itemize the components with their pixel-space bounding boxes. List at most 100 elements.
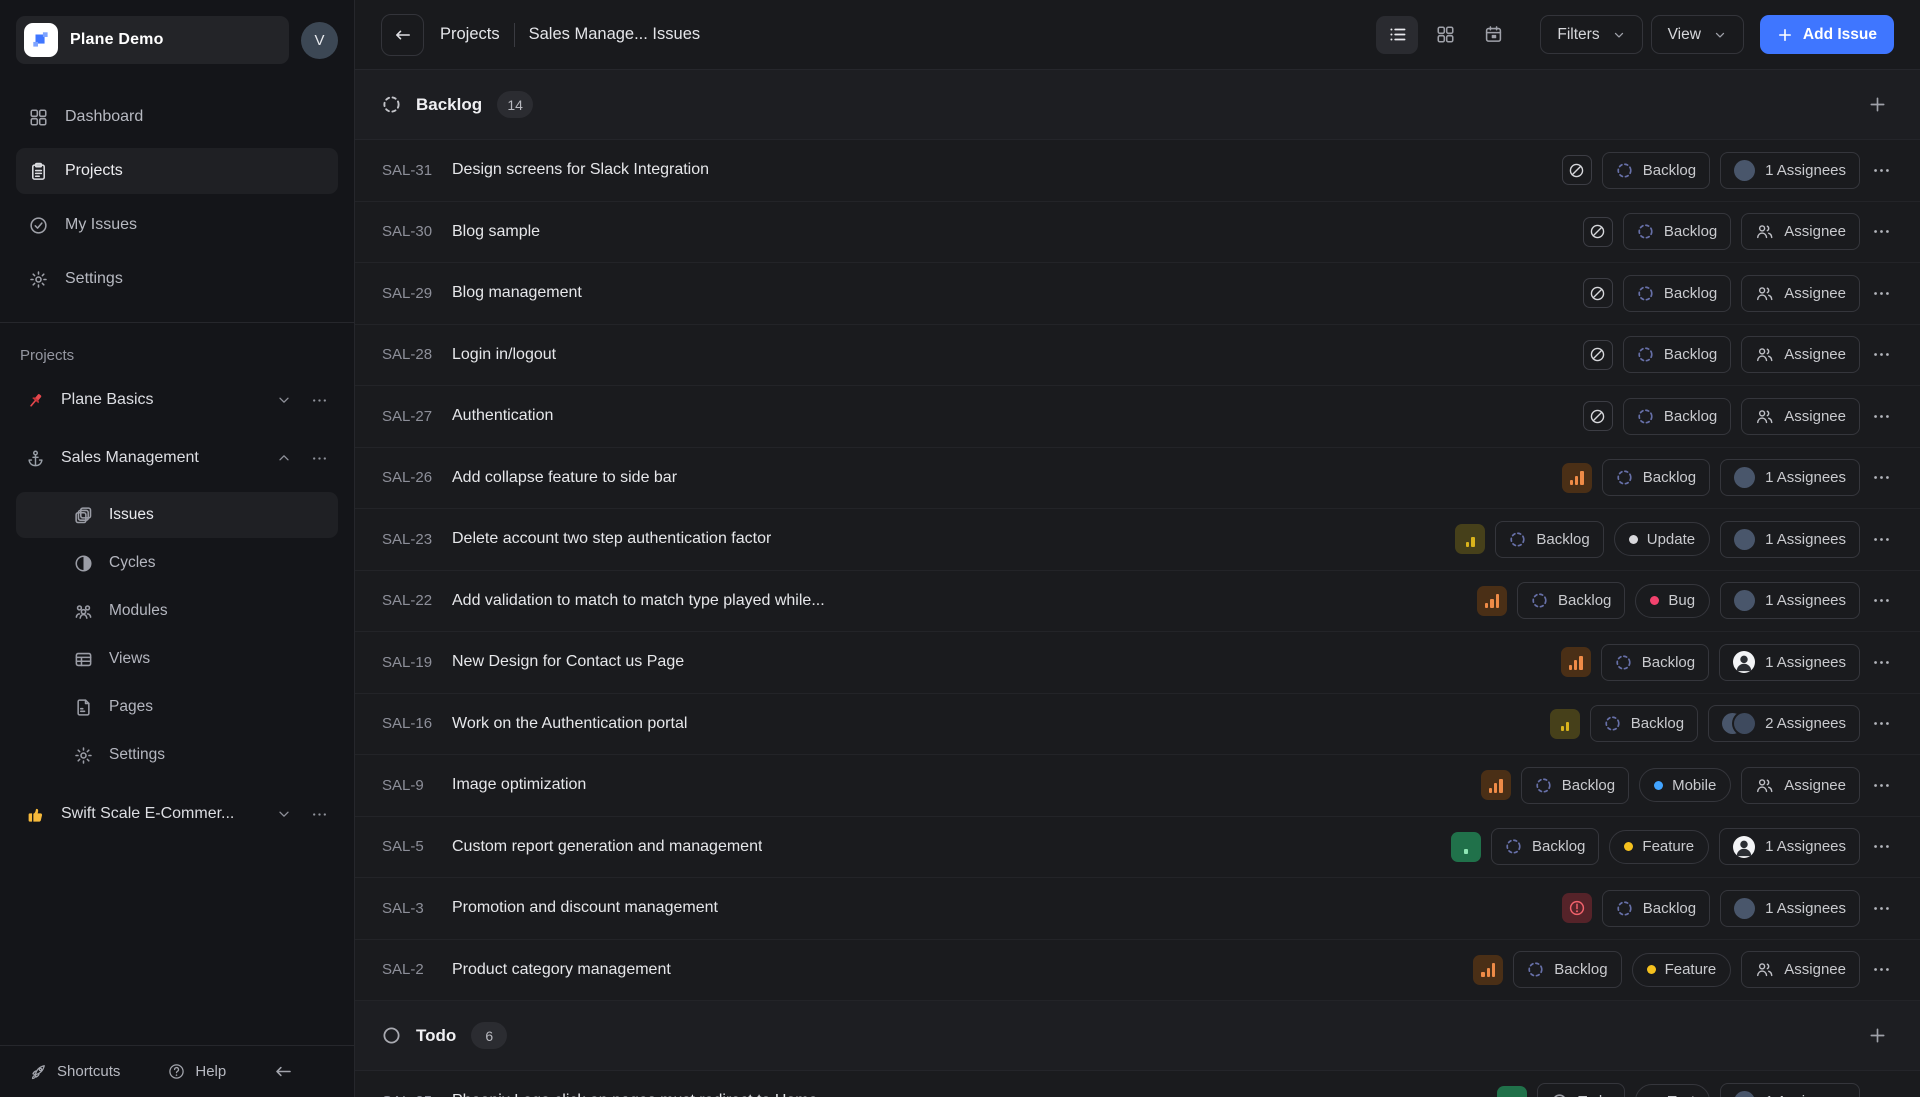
priority-medium-button[interactable] <box>1550 709 1580 739</box>
issue-row[interactable]: SAL-2 Product category management Backlo… <box>355 940 1920 1002</box>
assignee-badge[interactable]: Assignee <box>1741 336 1860 373</box>
row-menu-button[interactable] <box>1870 157 1893 184</box>
state-badge[interactable]: Backlog <box>1623 398 1731 435</box>
assignee-badge[interactable]: 2 Assignees <box>1708 705 1860 742</box>
state-badge[interactable]: Backlog <box>1602 152 1710 189</box>
state-badge[interactable]: Backlog <box>1513 951 1621 988</box>
issue-row[interactable]: SAL-22 Add validation to match to match … <box>355 571 1920 633</box>
issue-row[interactable]: SAL-30 Blog sample BacklogAssignee <box>355 202 1920 264</box>
row-menu-button[interactable] <box>1870 772 1893 799</box>
row-menu-button[interactable] <box>1870 895 1893 922</box>
priority-none-button[interactable] <box>1562 155 1592 185</box>
priority-high-button[interactable] <box>1473 955 1503 985</box>
state-badge[interactable]: Backlog <box>1521 767 1629 804</box>
calendar-view-button[interactable] <box>1472 16 1514 54</box>
state-badge[interactable]: Backlog <box>1491 828 1599 865</box>
collapse-sidebar-button[interactable] <box>268 1061 299 1082</box>
assignee-badge[interactable]: Assignee <box>1741 951 1860 988</box>
project-tab-pages[interactable]: Pages <box>16 684 338 730</box>
label-badge-feature[interactable]: Feature <box>1632 953 1732 987</box>
back-button[interactable] <box>381 14 424 56</box>
project-tab-settings[interactable]: Settings <box>16 732 338 778</box>
row-menu-button[interactable] <box>1870 341 1893 368</box>
priority-low-button[interactable] <box>1497 1086 1527 1097</box>
issue-row[interactable]: SAL-26 Add collapse feature to side bar … <box>355 448 1920 510</box>
priority-urgent-button[interactable] <box>1562 893 1592 923</box>
state-badge[interactable]: Backlog <box>1590 705 1698 742</box>
sidebar-item-projects[interactable]: Projects <box>16 148 338 194</box>
issue-row[interactable]: SAL-5 Custom report generation and manag… <box>355 817 1920 879</box>
project-item-swift-scale-e-commer[interactable]: Swift Scale E-Commer... <box>16 790 338 838</box>
assignee-badge[interactable]: Assignee <box>1741 213 1860 250</box>
assignee-badge[interactable]: Assignee <box>1741 398 1860 435</box>
assignee-badge[interactable]: Assignee <box>1741 275 1860 312</box>
priority-high-button[interactable] <box>1562 463 1592 493</box>
issue-row[interactable]: SAL-28 Login in/logout BacklogAssignee <box>355 325 1920 387</box>
row-menu-button[interactable] <box>1870 280 1893 307</box>
assignee-badge[interactable]: 1 Assignees <box>1720 521 1860 558</box>
row-menu-button[interactable] <box>1870 526 1893 553</box>
kanban-view-button[interactable] <box>1424 16 1466 54</box>
assignee-badge[interactable]: 1 Assignees <box>1720 890 1860 927</box>
row-menu-button[interactable] <box>1870 710 1893 737</box>
state-badge[interactable]: Backlog <box>1495 521 1603 558</box>
user-avatar[interactable]: V <box>301 22 338 59</box>
assignee-badge[interactable]: 1 Assignees <box>1720 459 1860 496</box>
project-tab-views[interactable]: Views <box>16 636 338 682</box>
project-expand-chevron[interactable] <box>274 390 294 410</box>
sidebar-item-settings[interactable]: Settings <box>16 256 338 302</box>
assignee-badge[interactable]: 1 Assignees <box>1720 1083 1860 1097</box>
assignee-badge[interactable]: 1 Assignees <box>1719 644 1860 681</box>
state-badge[interactable]: Backlog <box>1623 275 1731 312</box>
help-button[interactable]: Help <box>162 1062 232 1081</box>
project-menu-button[interactable] <box>309 804 330 825</box>
workspace-switcher[interactable]: Plane Demo <box>16 16 289 64</box>
label-badge-feature[interactable]: Feature <box>1609 830 1709 864</box>
state-badge[interactable]: Backlog <box>1623 213 1731 250</box>
row-menu-button[interactable] <box>1870 403 1893 430</box>
project-menu-button[interactable] <box>309 390 330 411</box>
project-tab-cycles[interactable]: Cycles <box>16 540 338 586</box>
priority-none-button[interactable] <box>1583 278 1613 308</box>
state-badge[interactable]: Backlog <box>1517 582 1625 619</box>
project-menu-button[interactable] <box>309 448 330 469</box>
issue-row[interactable]: SAL-9 Image optimization BacklogMobileAs… <box>355 755 1920 817</box>
state-badge[interactable]: Todo <box>1537 1083 1625 1097</box>
row-menu-button[interactable] <box>1870 649 1893 676</box>
assignee-badge[interactable]: 1 Assignees <box>1720 152 1860 189</box>
state-badge[interactable]: Backlog <box>1602 459 1710 496</box>
sidebar-item-my-issues[interactable]: My Issues <box>16 202 338 248</box>
priority-high-button[interactable] <box>1561 647 1591 677</box>
priority-medium-button[interactable] <box>1455 524 1485 554</box>
row-menu-button[interactable] <box>1870 833 1893 860</box>
label-badge-bug[interactable]: Bug <box>1635 584 1710 618</box>
row-menu-button[interactable] <box>1870 956 1893 983</box>
issue-row[interactable]: SAL-16 Work on the Authentication portal… <box>355 694 1920 756</box>
list-view-button[interactable] <box>1376 16 1418 54</box>
issue-row[interactable]: SAL-3 Promotion and discount management … <box>355 878 1920 940</box>
priority-none-button[interactable] <box>1583 401 1613 431</box>
priority-high-button[interactable] <box>1477 586 1507 616</box>
filters-dropdown[interactable]: Filters <box>1540 15 1642 54</box>
state-badge[interactable]: Backlog <box>1601 644 1709 681</box>
assignee-badge[interactable]: Assignee <box>1741 767 1860 804</box>
project-item-plane-basics[interactable]: Plane Basics <box>16 376 338 424</box>
priority-none-button[interactable] <box>1583 340 1613 370</box>
priority-none-button[interactable] <box>1583 217 1613 247</box>
issue-row[interactable]: SAL-23 Delete account two step authentic… <box>355 509 1920 571</box>
breadcrumb-root[interactable]: Projects <box>440 25 500 44</box>
issue-row[interactable]: SAL-29 Blog management BacklogAssignee <box>355 263 1920 325</box>
priority-low-button[interactable] <box>1451 832 1481 862</box>
project-tab-modules[interactable]: Modules <box>16 588 338 634</box>
project-expand-chevron[interactable] <box>274 448 294 468</box>
label-badge-mobile[interactable]: Mobile <box>1639 768 1731 802</box>
state-badge[interactable]: Backlog <box>1602 890 1710 927</box>
assignee-badge[interactable]: 1 Assignees <box>1719 828 1860 865</box>
state-badge[interactable]: Backlog <box>1623 336 1731 373</box>
issue-row[interactable]: SAL-25 Phoenix Logo click on pages must … <box>355 1071 1920 1097</box>
row-menu-button[interactable] <box>1870 1088 1893 1097</box>
project-expand-chevron[interactable] <box>274 804 294 824</box>
label-badge-update[interactable]: Update <box>1614 522 1710 556</box>
issue-row[interactable]: SAL-31 Design screens for Slack Integrat… <box>355 140 1920 202</box>
project-item-sales-management[interactable]: Sales Management <box>16 434 338 482</box>
